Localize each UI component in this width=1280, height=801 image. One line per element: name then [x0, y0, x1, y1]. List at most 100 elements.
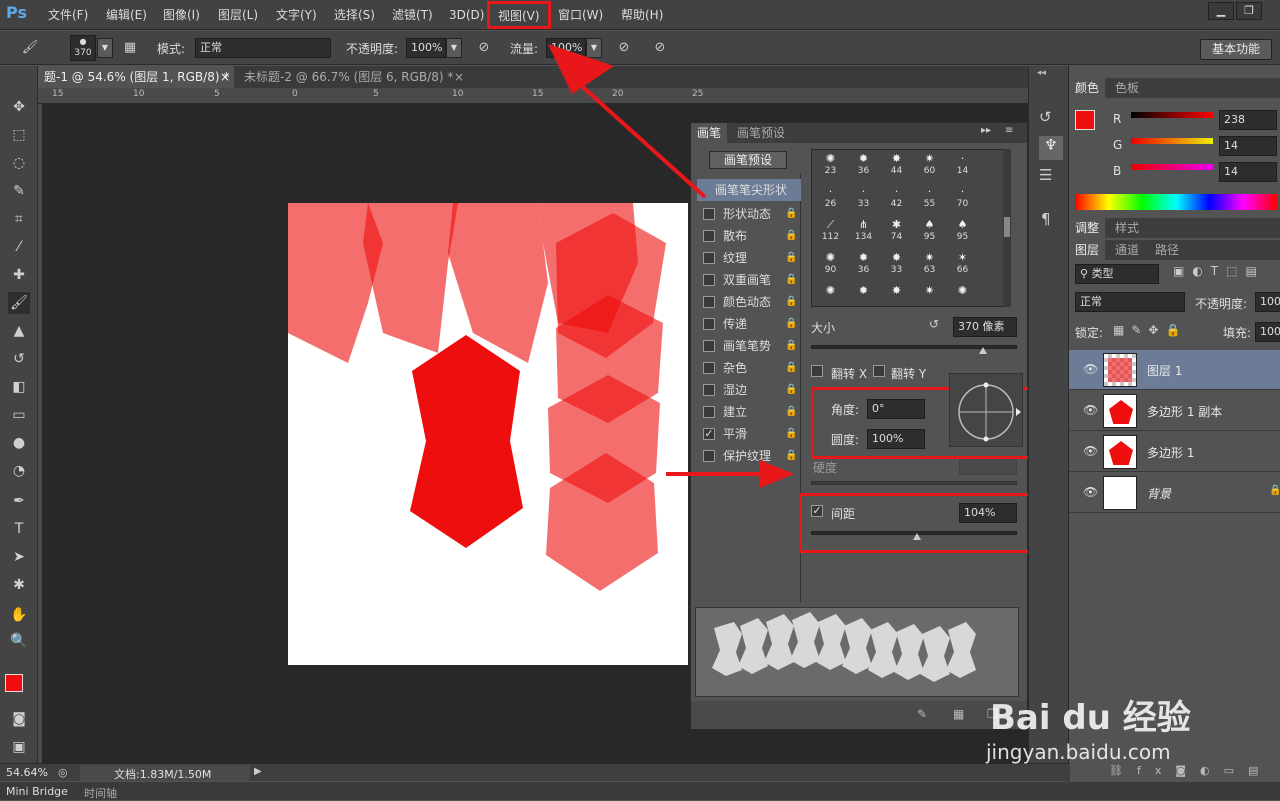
menu-filter[interactable]: 滤镜(T): [392, 0, 433, 30]
pressure-size-icon[interactable]: ⊘: [650, 38, 670, 58]
g-slider[interactable]: [1131, 138, 1213, 144]
eye-icon[interactable]: 👁: [1083, 485, 1098, 499]
move-tool-icon[interactable]: ✥: [8, 96, 30, 118]
list-item-dual-brush[interactable]: 双重画笔 🔒: [697, 269, 801, 291]
panel-menu-icon[interactable]: ≡: [1005, 125, 1013, 136]
menu-layer[interactable]: 图层(L): [218, 0, 258, 30]
brush-tool-icon-active[interactable]: 🖌: [8, 292, 30, 314]
lasso-tool-icon[interactable]: ◌: [8, 152, 30, 174]
brush-presets-button[interactable]: 画笔预设: [709, 151, 787, 169]
size-slider-thumb[interactable]: [979, 347, 987, 354]
fg-color-swatch[interactable]: [1075, 110, 1095, 130]
angle-roundness-preview[interactable]: [949, 373, 1023, 447]
list-item-brush-pose[interactable]: 画笔笔势 🔒: [697, 335, 801, 357]
brush-tip[interactable]: ✸ 33: [880, 251, 913, 277]
brush-tip[interactable]: ✺ 90: [814, 251, 847, 277]
mode-select[interactable]: 正常: [195, 38, 331, 58]
g-field[interactable]: 14: [1219, 136, 1277, 156]
checkbox[interactable]: [703, 362, 715, 374]
adjustments-icon[interactable]: ☰: [1039, 166, 1052, 184]
paragraph-icon[interactable]: ¶: [1041, 210, 1051, 228]
fill-field[interactable]: 100: [1255, 322, 1280, 342]
brush-tip[interactable]: ✺: [814, 284, 847, 306]
tab-swatches[interactable]: 色板: [1109, 78, 1145, 98]
brush-tip[interactable]: · 42: [880, 185, 913, 211]
menu-view[interactable]: 视图(V): [487, 1, 551, 29]
tab-brush[interactable]: 画笔: [691, 123, 728, 143]
layer-row-polygon[interactable]: 👁 多边形 1: [1069, 432, 1280, 472]
screen-mode-icon[interactable]: ▣: [8, 736, 30, 758]
lock-icon[interactable]: 🔒: [785, 379, 797, 401]
grid-icon[interactable]: ▦: [953, 707, 964, 721]
hardness-field[interactable]: [959, 459, 1017, 475]
menu-select[interactable]: 选择(S): [334, 0, 375, 30]
tab-document-2[interactable]: 未标题-2 @ 66.7% (图层 6, RGB/8) * ×: [238, 66, 468, 88]
minimize-button[interactable]: ▁: [1208, 2, 1234, 20]
brush-tip[interactable]: ♠ 95: [946, 218, 979, 244]
brush-tip[interactable]: · 70: [946, 185, 979, 211]
checkbox[interactable]: [703, 230, 715, 242]
eye-icon[interactable]: 👁: [1083, 362, 1098, 376]
brush-tip-grid[interactable]: ✺ 23 ✹ 36 ✸ 44 ✷ 60 · 14 · 26 · 33 · 42 · 55 · 70 ⟋ 112 ⋔ 134 ✱ 7…: [811, 149, 1009, 307]
foreground-color-swatch[interactable]: [5, 674, 23, 692]
brush-tip[interactable]: ♠ 95: [913, 218, 946, 244]
reset-size-icon[interactable]: ↺: [929, 317, 939, 331]
lock-icon[interactable]: 🔒: [785, 203, 797, 225]
spacing-slider-thumb[interactable]: [913, 533, 921, 540]
r-slider[interactable]: [1131, 112, 1213, 118]
brush-tip[interactable]: ✸: [880, 284, 913, 306]
brush-tip[interactable]: ✹: [847, 284, 880, 306]
tab-layers[interactable]: 图层: [1069, 240, 1106, 260]
lock-icon[interactable]: 🔒: [785, 313, 797, 335]
tab-timeline[interactable]: 时间轴: [84, 785, 117, 801]
roundness-field[interactable]: 100%: [867, 429, 925, 449]
checkbox[interactable]: [703, 252, 715, 264]
r-field[interactable]: 238: [1219, 110, 1277, 130]
opacity-field[interactable]: 100%: [406, 38, 446, 58]
checkbox[interactable]: [703, 296, 715, 308]
brush-panel-icon[interactable]: ♆: [1039, 136, 1063, 160]
layer-filter-icons[interactable]: ▣◐T⬚▤: [1173, 264, 1265, 278]
lock-icon[interactable]: 🔒: [785, 269, 797, 291]
checkbox[interactable]: [703, 450, 715, 462]
brush-tip[interactable]: ✷ 63: [913, 251, 946, 277]
menu-edit[interactable]: 编辑(E): [106, 0, 147, 30]
brush-tip[interactable]: · 55: [913, 185, 946, 211]
menu-image[interactable]: 图像(I): [163, 0, 200, 30]
angle-field[interactable]: 0°: [867, 399, 925, 419]
menu-type[interactable]: 文字(Y): [276, 0, 317, 30]
color-spectrum[interactable]: [1075, 194, 1277, 210]
eye-icon[interactable]: 👁: [1083, 444, 1098, 458]
blur-tool-icon[interactable]: ●: [8, 432, 30, 454]
spacing-field[interactable]: 104%: [959, 503, 1017, 523]
close-icon[interactable]: ×: [220, 66, 230, 88]
marquee-tool-icon[interactable]: ⬚: [8, 124, 30, 146]
spacing-checkbox[interactable]: ✓: [811, 505, 823, 517]
checkbox[interactable]: [703, 340, 715, 352]
tab-mini-bridge[interactable]: Mini Bridge: [6, 785, 68, 798]
tab-document-1[interactable]: 题-1 @ 54.6% (图层 1, RGB/8) * ×: [38, 66, 234, 88]
list-item-wet-edges[interactable]: 湿边 🔒: [697, 379, 801, 401]
menu-help[interactable]: 帮助(H): [621, 0, 663, 30]
layer-row-layer1[interactable]: 👁 图层 1: [1069, 350, 1280, 390]
brush-tip[interactable]: ⟋ 112: [814, 218, 847, 244]
tab-color[interactable]: 颜色: [1069, 78, 1106, 98]
zoom-tool-icon[interactable]: 🔍: [8, 630, 30, 652]
list-item-brush-tip-shape[interactable]: 画笔笔尖形状: [697, 179, 801, 201]
lock-icon[interactable]: 🔒: [785, 423, 797, 445]
layer-row-background[interactable]: 👁 背景 🔒: [1069, 473, 1280, 513]
brush-size-dropdown[interactable]: ▼: [97, 38, 113, 58]
list-item-scattering[interactable]: 散布 🔒: [697, 225, 801, 247]
brush-tip-scrollbar[interactable]: [1003, 149, 1011, 307]
checkbox[interactable]: [703, 208, 715, 220]
type-tool-icon[interactable]: T: [8, 518, 30, 540]
menu-file[interactable]: 文件(F): [48, 0, 88, 30]
lock-icon[interactable]: 🔒: [785, 401, 797, 423]
brush-tip[interactable]: ✱ 74: [880, 218, 913, 244]
status-menu-arrow-icon[interactable]: ▶: [254, 766, 262, 777]
layer-action-icons[interactable]: ⛓fx◙◐▭▤: [1109, 764, 1272, 777]
brush-tip[interactable]: ✹ 36: [847, 152, 880, 178]
list-item-noise[interactable]: 杂色 🔒: [697, 357, 801, 379]
menu-window[interactable]: 窗口(W): [558, 0, 603, 30]
document-canvas[interactable]: [288, 203, 688, 665]
